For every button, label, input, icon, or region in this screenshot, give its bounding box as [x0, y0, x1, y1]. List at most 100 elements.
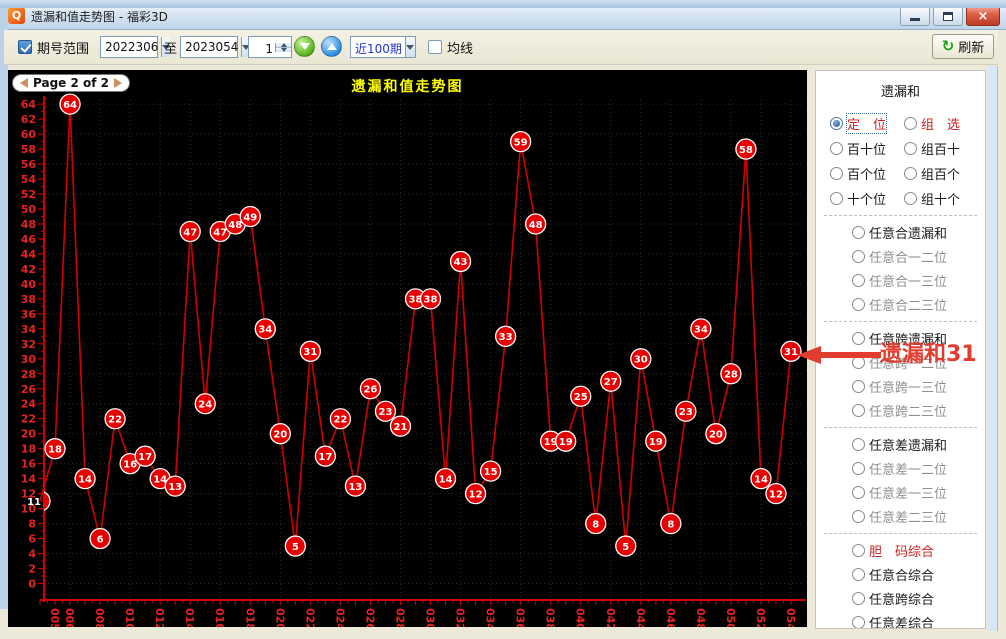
radio-option[interactable]: 任意差遗漏和	[852, 435, 947, 454]
radio-label: 任意跨一二位	[869, 353, 947, 372]
refresh-button[interactable]: ↻ 刷新	[932, 34, 994, 59]
radio-label: 百个位	[847, 164, 886, 183]
svg-text:028: 028	[393, 608, 406, 627]
svg-text:18: 18	[48, 444, 62, 455]
radio-icon[interactable]	[852, 226, 865, 239]
radio-option[interactable]: 任意合一二位	[852, 247, 947, 266]
svg-text:33: 33	[499, 332, 513, 343]
radio-option[interactable]: 任意合遗漏和	[852, 223, 947, 242]
radio-option[interactable]: 任意跨一二位	[852, 353, 947, 372]
radio-option[interactable]: 任意合综合	[852, 565, 934, 584]
recent-periods-dropdown-button[interactable]	[405, 37, 415, 57]
radio-selected-icon[interactable]	[830, 117, 843, 130]
radio-icon[interactable]	[904, 167, 917, 180]
svg-text:22: 22	[333, 415, 347, 426]
radio-option[interactable]: 任意跨一三位	[852, 377, 947, 396]
radio-label: 任意合一二位	[869, 247, 947, 266]
radio-option[interactable]: 任意差二三位	[852, 507, 947, 526]
svg-text:16: 16	[123, 459, 137, 470]
radio-option[interactable]: 任意跨遗漏和	[852, 329, 947, 348]
radio-icon[interactable]	[852, 592, 865, 605]
radio-option[interactable]: 十个位	[830, 189, 886, 208]
radio-option[interactable]: 百十位	[830, 139, 886, 158]
radio-icon[interactable]	[852, 250, 865, 263]
svg-text:19: 19	[649, 437, 663, 448]
svg-text:024: 024	[333, 608, 346, 627]
close-button[interactable]: ×	[966, 6, 1000, 26]
restore-button[interactable]	[933, 6, 963, 26]
svg-text:40: 40	[21, 278, 37, 291]
option-row: 任意合遗漏和	[852, 223, 985, 242]
svg-text:13: 13	[348, 482, 362, 493]
radio-option[interactable]: 胆 码综合	[852, 541, 934, 560]
radio-icon[interactable]	[852, 274, 865, 287]
radio-option[interactable]: 任意差综合	[852, 613, 934, 629]
svg-text:13: 13	[168, 482, 182, 493]
svg-text:59: 59	[514, 137, 528, 148]
radio-icon[interactable]	[852, 332, 865, 345]
checkbox-unchecked-icon	[428, 40, 442, 54]
ma-checkbox-label: 均线	[447, 36, 473, 58]
radio-option[interactable]: 定 位	[830, 114, 886, 133]
radio-option[interactable]: 任意跨二三位	[852, 401, 947, 420]
svg-text:27: 27	[604, 377, 618, 388]
radio-icon[interactable]	[852, 438, 865, 451]
option-row: 任意跨遗漏和	[852, 329, 985, 348]
radio-option[interactable]: 组十个	[904, 189, 960, 208]
radio-option[interactable]: 百个位	[830, 164, 886, 183]
radio-option[interactable]: 任意合二三位	[852, 295, 947, 314]
minimize-icon	[910, 18, 920, 21]
radio-icon[interactable]	[904, 142, 917, 155]
next-range-button[interactable]	[321, 36, 342, 57]
from-period-combo[interactable]: 2022306	[100, 36, 158, 58]
svg-text:8: 8	[592, 519, 599, 530]
radio-label: 组 选	[921, 114, 960, 133]
radio-icon[interactable]	[904, 117, 917, 130]
radio-icon[interactable]	[830, 142, 843, 155]
radio-icon[interactable]	[852, 486, 865, 499]
radio-icon[interactable]	[852, 404, 865, 417]
svg-text:20: 20	[273, 430, 287, 441]
radio-icon[interactable]	[852, 568, 865, 581]
prev-page-button[interactable]	[20, 78, 28, 88]
radio-option[interactable]: 组百个	[904, 164, 960, 183]
radio-icon[interactable]	[852, 298, 865, 311]
range-checkbox[interactable]	[18, 36, 32, 58]
radio-option[interactable]: 任意合一三位	[852, 271, 947, 290]
radio-option[interactable]: 任意差一三位	[852, 483, 947, 502]
checkbox-checked-icon	[18, 40, 32, 54]
radio-icon[interactable]	[852, 616, 865, 629]
svg-text:47: 47	[213, 227, 227, 238]
radio-icon[interactable]	[904, 192, 917, 205]
svg-text:58: 58	[21, 143, 36, 156]
radio-option[interactable]: 组百十	[904, 139, 960, 158]
trend-chart-panel: 遗漏和值走势图 02468101214161820222426283032343…	[8, 70, 807, 627]
radio-icon[interactable]	[852, 356, 865, 369]
radio-icon[interactable]	[852, 462, 865, 475]
radio-option[interactable]: 任意跨综合	[852, 589, 934, 608]
radio-option[interactable]: 任意差一二位	[852, 459, 947, 478]
radio-icon[interactable]	[830, 192, 843, 205]
to-period-combo[interactable]: 2023054	[180, 36, 238, 58]
svg-text:25: 25	[574, 392, 588, 403]
svg-text:0: 0	[28, 578, 36, 591]
spinner-down-button[interactable]	[276, 48, 291, 52]
step-spinner[interactable]: 1	[248, 36, 292, 58]
svg-text:38: 38	[424, 295, 438, 306]
radio-icon[interactable]	[852, 544, 865, 557]
radio-label: 任意差一三位	[869, 483, 947, 502]
radio-icon[interactable]	[830, 167, 843, 180]
next-page-button[interactable]	[114, 78, 122, 88]
ma-checkbox[interactable]	[428, 36, 442, 58]
radio-option[interactable]: 组 选	[904, 114, 960, 133]
radio-icon[interactable]	[852, 380, 865, 393]
recent-periods-combo[interactable]: 近100期	[350, 36, 416, 58]
spinner-buttons	[275, 43, 291, 52]
option-row: 任意合综合	[852, 565, 985, 584]
radio-label: 组十个	[921, 189, 960, 208]
svg-text:036: 036	[514, 608, 527, 627]
svg-text:64: 64	[21, 98, 37, 111]
radio-icon[interactable]	[852, 510, 865, 523]
prev-range-button[interactable]	[294, 36, 315, 57]
minimize-button[interactable]	[900, 6, 930, 26]
